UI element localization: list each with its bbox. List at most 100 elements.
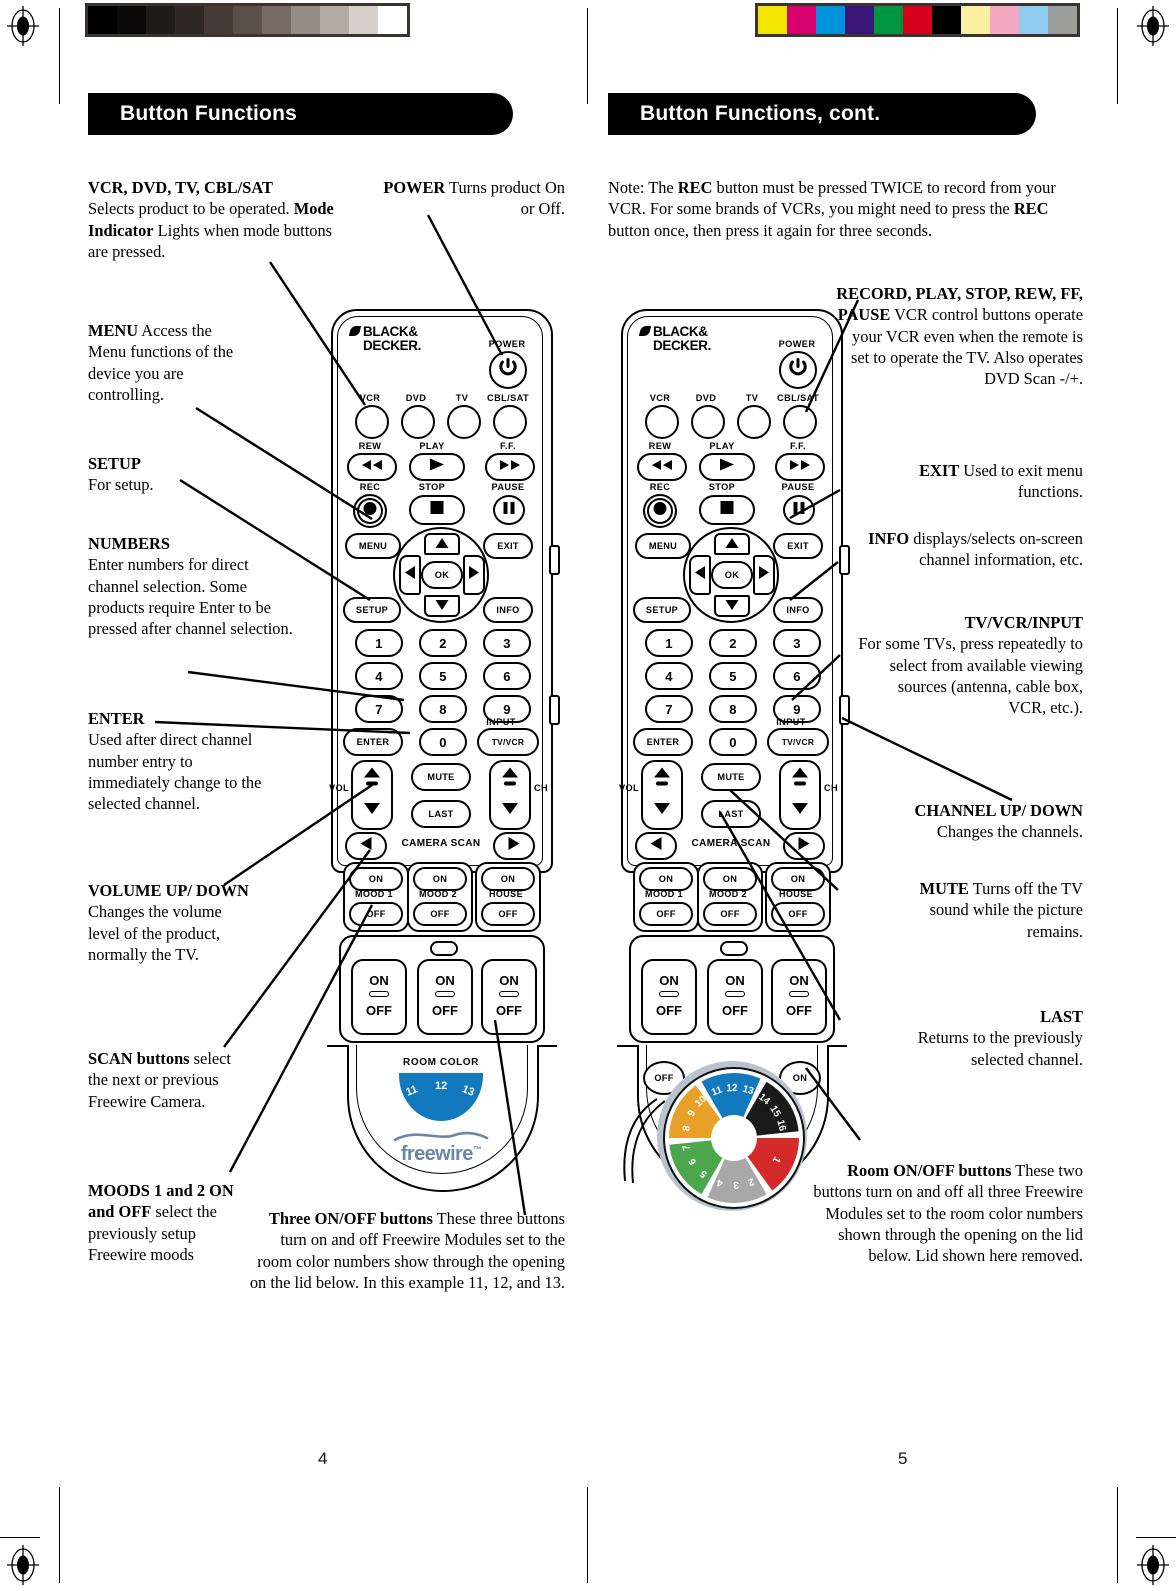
mood-1-on-button[interactable]: ON: [349, 867, 403, 891]
last-button[interactable]: LAST: [411, 800, 471, 828]
power-button[interactable]: [489, 351, 527, 389]
keypad-button-7[interactable]: 7: [355, 695, 403, 723]
keypad-button-3[interactable]: 3: [483, 629, 531, 657]
keypad-button-6[interactable]: 6: [483, 662, 531, 690]
menu-button[interactable]: MENU: [345, 533, 401, 559]
module-onoff-button-2[interactable]: ON OFF: [417, 959, 473, 1035]
camera-scan-right-button[interactable]: [493, 832, 535, 860]
rec-button[interactable]: [353, 494, 387, 528]
keypad-button-5[interactable]: 5: [709, 662, 757, 690]
mood-1-on-button[interactable]: ON: [639, 867, 693, 891]
keypad-button-1[interactable]: 1: [355, 629, 403, 657]
mood-3-on-button[interactable]: ON: [481, 867, 535, 891]
mood-3-off-button[interactable]: OFF: [481, 902, 535, 926]
keypad-button-8[interactable]: 8: [709, 695, 757, 723]
camera-scan-left-button[interactable]: [345, 832, 387, 860]
mood-2-off-button[interactable]: OFF: [413, 902, 467, 926]
lid-latch[interactable]: [720, 941, 748, 956]
keypad-button-3-label: 3: [793, 635, 801, 651]
mood-2-on-button[interactable]: ON: [413, 867, 467, 891]
tv-vcr-button[interactable]: TV/VCR: [477, 728, 539, 756]
tv-vcr-button[interactable]: TV/VCR: [767, 728, 829, 756]
dpad-left-button[interactable]: [399, 555, 421, 595]
mood-2-off-button[interactable]: OFF: [703, 902, 757, 926]
enter-button[interactable]: ENTER: [343, 728, 403, 756]
keypad-button-4[interactable]: 4: [355, 662, 403, 690]
exit-button[interactable]: EXIT: [773, 533, 823, 559]
dpad-up-button[interactable]: [424, 533, 460, 555]
keypad-button-5[interactable]: 5: [419, 662, 467, 690]
pause-button[interactable]: [783, 495, 815, 525]
mute-button[interactable]: MUTE: [701, 763, 761, 791]
volume-rocker[interactable]: [351, 760, 393, 830]
module-onoff-button-3[interactable]: ON OFF: [481, 959, 537, 1035]
dpad-up-button[interactable]: [714, 533, 750, 555]
mood-3-on-button[interactable]: ON: [771, 867, 825, 891]
mode-button-vcr[interactable]: [355, 405, 389, 439]
last-button[interactable]: LAST: [701, 800, 761, 828]
camera-scan-right-button[interactable]: [783, 832, 825, 860]
channel-rocker[interactable]: [489, 760, 531, 830]
mode-button-vcr[interactable]: [645, 405, 679, 439]
module-onoff-button-2[interactable]: ON OFF: [707, 959, 763, 1035]
mode-button-cbl-sat[interactable]: [783, 405, 817, 439]
ff-button[interactable]: [485, 453, 535, 481]
side-button[interactable]: [839, 545, 850, 575]
dpad-down-button[interactable]: [714, 595, 750, 617]
stop-button[interactable]: [409, 495, 465, 525]
mood-2-on-button[interactable]: ON: [703, 867, 757, 891]
enter-button[interactable]: ENTER: [633, 728, 693, 756]
dpad-right-button[interactable]: [463, 555, 485, 595]
mode-button-tv[interactable]: [737, 405, 771, 439]
side-button[interactable]: [839, 695, 850, 725]
info-button[interactable]: INFO: [773, 597, 823, 623]
menu-button[interactable]: MENU: [635, 533, 691, 559]
keypad-button-7[interactable]: 7: [645, 695, 693, 723]
mood-1-off-button[interactable]: OFF: [349, 902, 403, 926]
dpad-left-button[interactable]: [689, 555, 711, 595]
mood-3-off-button[interactable]: OFF: [771, 902, 825, 926]
channel-rocker[interactable]: [779, 760, 821, 830]
stop-button[interactable]: [699, 495, 755, 525]
mode-button-tv[interactable]: [447, 405, 481, 439]
lid-latch[interactable]: [430, 941, 458, 956]
play-button[interactable]: [409, 453, 465, 481]
volume-rocker[interactable]: [641, 760, 683, 830]
keypad-button-1[interactable]: 1: [645, 629, 693, 657]
keypad-button-8-label: 8: [439, 701, 447, 717]
play-button[interactable]: [699, 453, 755, 481]
ok-button[interactable]: OK: [711, 561, 753, 589]
keypad-button-0[interactable]: 0: [419, 728, 467, 756]
keypad-button-3[interactable]: 3: [773, 629, 821, 657]
power-button[interactable]: [779, 351, 817, 389]
rec-button[interactable]: [643, 494, 677, 528]
keypad-button-6[interactable]: 6: [773, 662, 821, 690]
mute-button[interactable]: MUTE: [411, 763, 471, 791]
module-onoff-button-3[interactable]: ON OFF: [771, 959, 827, 1035]
info-button[interactable]: INFO: [483, 597, 533, 623]
keypad-button-0[interactable]: 0: [709, 728, 757, 756]
dpad-right-button[interactable]: [753, 555, 775, 595]
setup-button[interactable]: SETUP: [343, 597, 401, 623]
ff-button[interactable]: [775, 453, 825, 481]
rew-button[interactable]: [347, 453, 397, 481]
mode-button-cbl-sat[interactable]: [493, 405, 527, 439]
mode-button-dvd[interactable]: [691, 405, 725, 439]
camera-scan-left-button[interactable]: [635, 832, 677, 860]
setup-button[interactable]: SETUP: [633, 597, 691, 623]
mode-button-dvd[interactable]: [401, 405, 435, 439]
module-onoff-button-1[interactable]: ON OFF: [641, 959, 697, 1035]
ok-button[interactable]: OK: [421, 561, 463, 589]
pause-button[interactable]: [493, 495, 525, 525]
keypad-button-4[interactable]: 4: [645, 662, 693, 690]
keypad-button-2[interactable]: 2: [709, 629, 757, 657]
keypad-button-8[interactable]: 8: [419, 695, 467, 723]
side-button[interactable]: [549, 695, 560, 725]
module-onoff-button-1[interactable]: ON OFF: [351, 959, 407, 1035]
rew-button[interactable]: [637, 453, 687, 481]
mood-1-off-button[interactable]: OFF: [639, 902, 693, 926]
side-button[interactable]: [549, 545, 560, 575]
exit-button[interactable]: EXIT: [483, 533, 533, 559]
keypad-button-2[interactable]: 2: [419, 629, 467, 657]
dpad-down-button[interactable]: [424, 595, 460, 617]
